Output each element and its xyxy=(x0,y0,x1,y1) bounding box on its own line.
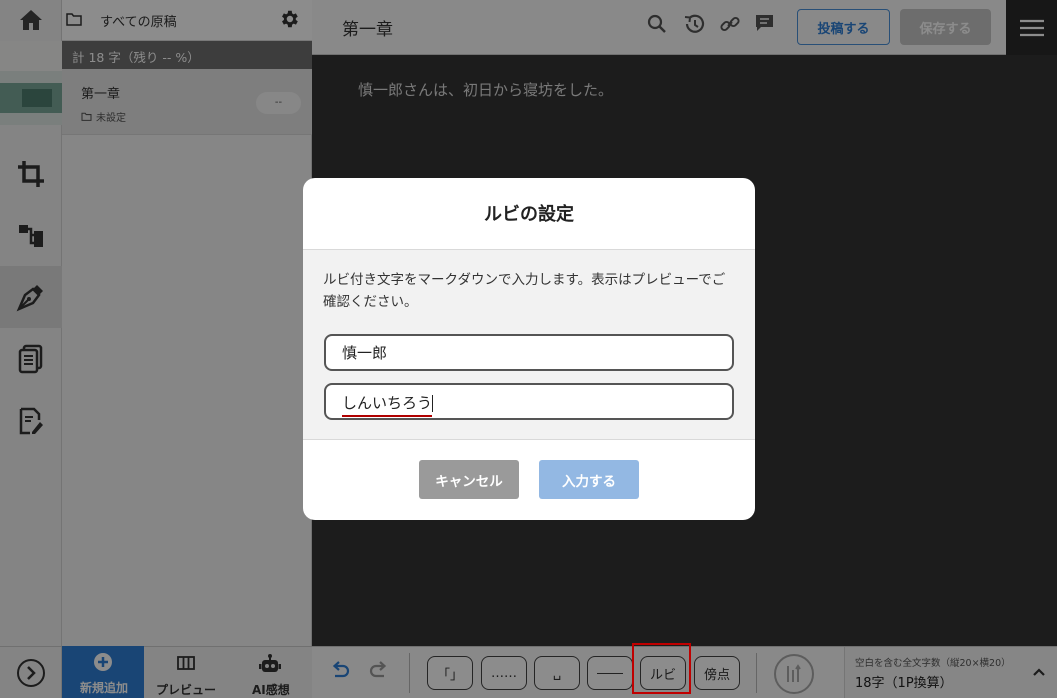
cancel-button[interactable]: キャンセル xyxy=(419,460,519,499)
text-cursor xyxy=(432,395,434,412)
ruby-text-input[interactable]: しんいちろう xyxy=(324,383,734,420)
ruby-text-composing: しんいちろう xyxy=(342,392,433,417)
ruby-settings-dialog: ルビの設定 ルビ付き文字をマークダウンで入力します。表示はプレビューでご確認くだ… xyxy=(303,178,755,520)
submit-button[interactable]: 入力する xyxy=(539,460,639,499)
dialog-body: ルビ付き文字をマークダウンで入力します。表示はプレビューでご確認ください。 しん… xyxy=(303,249,755,440)
dialog-title: ルビの設定 xyxy=(484,204,574,225)
ruby-key-highlight xyxy=(632,643,691,694)
base-text-input[interactable] xyxy=(324,334,734,371)
dialog-description: ルビ付き文字をマークダウンで入力します。表示はプレビューでご確認ください。 xyxy=(323,272,726,310)
